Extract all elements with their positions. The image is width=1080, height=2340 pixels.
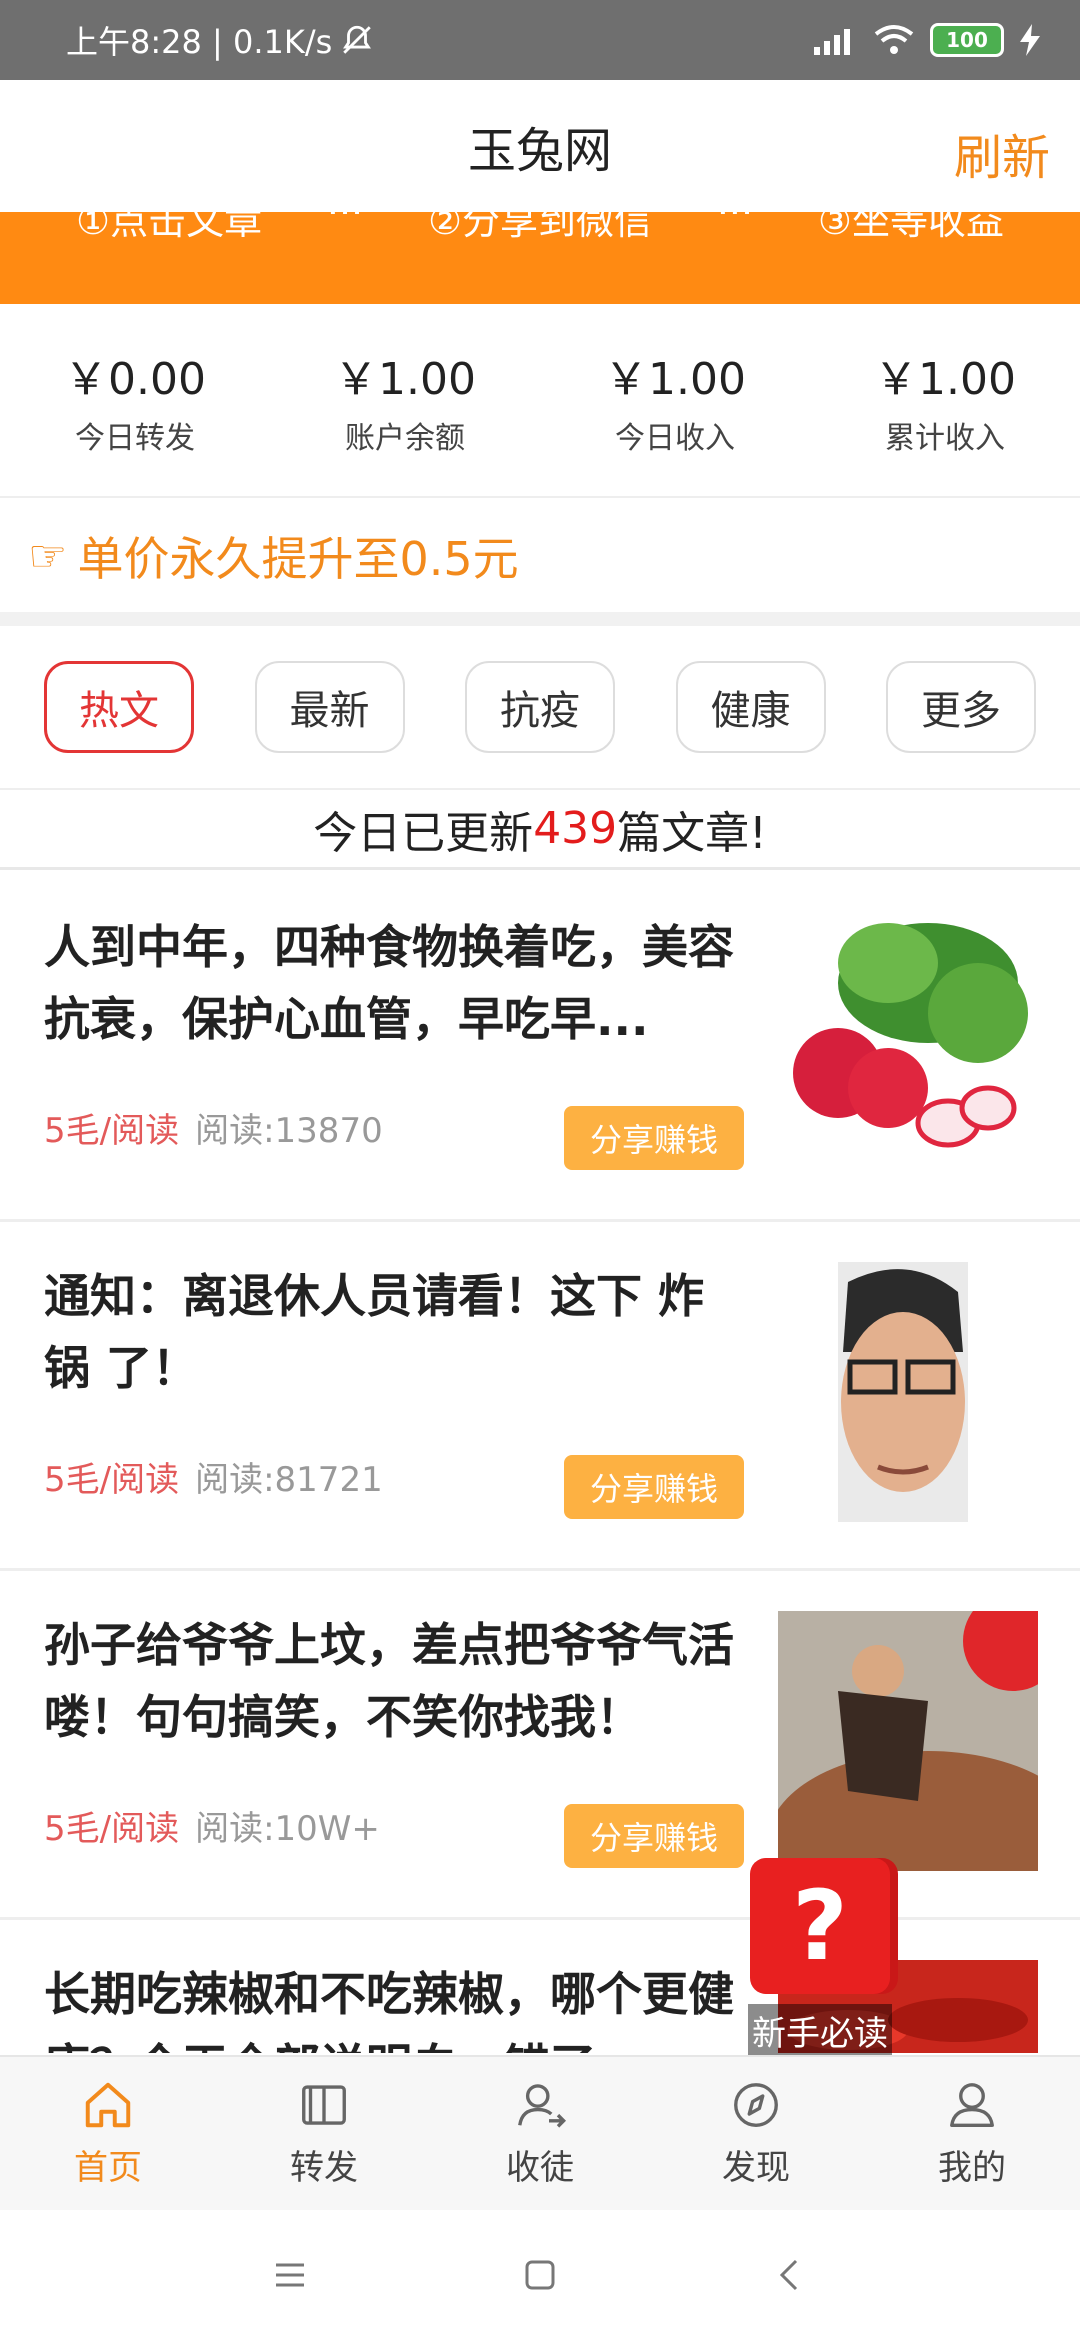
user-add-icon — [518, 2084, 567, 2128]
signal-icon — [814, 29, 850, 55]
share-earn-button[interactable]: 分享赚钱 — [564, 1455, 744, 1519]
article-title[interactable]: 通知：离退休人员请看！这下 炸锅 了！ — [44, 1260, 744, 1404]
banner-step-2: ②分享到微信 — [427, 212, 653, 243]
stat-label: 今日收入 — [615, 421, 735, 456]
article-price: 5毛/阅读 — [44, 1460, 180, 1500]
tab-latest[interactable]: 最新 — [254, 661, 405, 753]
banner-step-1: ①点击文章 — [76, 212, 263, 243]
earnings-stats: ￥0.00 今日转发 ￥1.00 账户余额 ￥1.00 今日收入 ￥1.00 累… — [0, 304, 1080, 498]
banner-step-3: ③坐等收益 — [817, 212, 1004, 243]
stat-today-income[interactable]: ￥1.00 今日收入 — [540, 304, 810, 496]
notice-text: 单价永久提升至0.5元 — [77, 532, 519, 586]
stat-label: 账户余额 — [345, 421, 465, 456]
banner-dots-2: ··· — [716, 212, 754, 234]
nav-home[interactable]: 首页 — [0, 2057, 216, 2210]
mute-bell-icon — [343, 25, 372, 54]
article-list: 人到中年，四种食物换着吃，美容抗衰，保护心血管，早吃早... 5毛/阅读 阅读:1… — [0, 873, 1080, 2053]
nav-label: 发现 — [722, 2148, 790, 2188]
article-title[interactable]: 长期吃辣椒和不吃辣椒，哪个更健康？今天全部说明白，错了... — [44, 1958, 744, 2053]
tab-epidemic[interactable]: 抗疫 — [465, 661, 615, 753]
nav-apprentice[interactable]: 收徒 — [432, 2057, 648, 2210]
nav-mine[interactable]: 我的 — [864, 2057, 1080, 2210]
app-header: 玉兔网 刷新 — [0, 80, 1080, 212]
nav-label: 我的 — [938, 2148, 1006, 2188]
stat-value: ￥1.00 — [334, 354, 476, 405]
stat-label: 累计收入 — [885, 421, 1005, 456]
stat-value: ￥0.00 — [64, 354, 206, 405]
article-reads: 阅读:10W+ — [195, 1809, 380, 1849]
article-item[interactable]: 长期吃辣椒和不吃辣椒，哪个更健康？今天全部说明白，错了... — [0, 1920, 1080, 2053]
home-square-icon[interactable] — [520, 2255, 560, 2295]
tab-hot[interactable]: 热文 — [44, 661, 194, 753]
stat-value: ￥1.00 — [874, 354, 1016, 405]
article-meta: 5毛/阅读 阅读:81721 — [44, 1452, 383, 1501]
article-thumbnail-grave[interactable] — [778, 1611, 1038, 1871]
question-icon: ? — [750, 1858, 890, 1994]
wifi-icon — [874, 25, 914, 54]
update-count-line: 今日已更新 439 篇文章! — [0, 790, 1080, 870]
article-reads: 阅读:13870 — [195, 1111, 383, 1151]
article-price: 5毛/阅读 — [44, 1111, 180, 1151]
category-tabs: 热文 最新 抗疫 健康 更多 — [0, 626, 1080, 790]
article-title[interactable]: 孙子给爷爷上坟，差点把爷爷气活喽！句句搞笑，不笑你找我！ — [44, 1609, 744, 1753]
article-item[interactable]: 孙子给爷爷上坟，差点把爷爷气活喽！句句搞笑，不笑你找我！ 5毛/阅读 阅读:10W… — [0, 1571, 1080, 1920]
back-icon[interactable] — [770, 2255, 810, 2295]
price-notice[interactable]: ☞ 单价永久提升至0.5元 — [0, 500, 1080, 612]
status-left: 上午8:28 | 0.1K/s — [66, 17, 374, 63]
stat-label: 今日转发 — [75, 421, 195, 456]
nav-label: 首页 — [74, 2148, 142, 2188]
nav-label: 转发 — [290, 2148, 358, 2188]
pointing-hand-icon: ☞ — [28, 530, 68, 582]
book-icon — [302, 2085, 346, 2125]
steps-banner: ①点击文章 ··· ②分享到微信 ··· ③坐等收益 — [0, 212, 1080, 304]
home-icon — [85, 2082, 131, 2128]
article-thumbnail-portrait[interactable] — [778, 1262, 1038, 1522]
article-meta: 5毛/阅读 阅读:13870 — [44, 1103, 383, 1152]
compass-icon — [734, 2083, 778, 2127]
refresh-button[interactable]: 刷新 — [954, 118, 1050, 188]
stat-value: ￥1.00 — [604, 354, 746, 405]
nav-forward[interactable]: 转发 — [216, 2057, 432, 2210]
article-meta: 5毛/阅读 阅读:10W+ — [44, 1801, 380, 1850]
share-earn-button[interactable]: 分享赚钱 — [564, 1804, 744, 1868]
tab-more[interactable]: 更多 — [886, 661, 1036, 753]
article-price: 5毛/阅读 — [44, 1809, 180, 1849]
status-right: 100 — [814, 23, 1040, 57]
article-item[interactable]: 通知：离退休人员请看！这下 炸锅 了！ 5毛/阅读 阅读:81721 分享赚钱 — [0, 1222, 1080, 1571]
system-nav-bar — [0, 2210, 1080, 2340]
article-thumbnail-radish[interactable] — [778, 913, 1038, 1173]
article-item[interactable]: 人到中年，四种食物换着吃，美容抗衰，保护心血管，早吃早... 5毛/阅读 阅读:1… — [0, 873, 1080, 1222]
stat-today-forward[interactable]: ￥0.00 今日转发 — [0, 304, 270, 496]
nav-label: 收徒 — [506, 2148, 574, 2188]
stat-total-income[interactable]: ￥1.00 累计收入 — [810, 304, 1080, 496]
newbie-help-button[interactable]: ? — [748, 1858, 898, 1998]
banner-dots-1: ··· — [326, 212, 364, 234]
update-count: 439 — [533, 803, 618, 854]
bottom-nav: 首页 转发 收徒 发现 我的 — [0, 2055, 1080, 2210]
menu-icon[interactable] — [270, 2255, 310, 2295]
section-divider — [0, 612, 1080, 626]
nav-discover[interactable]: 发现 — [648, 2057, 864, 2210]
article-reads: 阅读:81721 — [195, 1460, 383, 1500]
status-bar: 上午8:28 | 0.1K/s 100 — [0, 0, 1080, 80]
share-earn-button[interactable]: 分享赚钱 — [564, 1106, 744, 1170]
newbie-help-label[interactable]: 新手必读 — [748, 2004, 892, 2057]
update-prefix: 今日已更新 — [313, 807, 534, 859]
tab-health[interactable]: 健康 — [675, 661, 826, 753]
charging-icon — [1020, 24, 1040, 56]
profile-icon — [950, 2083, 994, 2127]
status-time: 上午8:28 | 0.1K/s — [66, 23, 333, 61]
page-title: 玉兔网 — [467, 123, 612, 179]
article-title[interactable]: 人到中年，四种食物换着吃，美容抗衰，保护心血管，早吃早... — [44, 911, 744, 1055]
stat-balance[interactable]: ￥1.00 账户余额 — [270, 304, 540, 496]
battery-indicator: 100 — [930, 23, 1004, 57]
update-suffix: 篇文章! — [617, 807, 767, 859]
